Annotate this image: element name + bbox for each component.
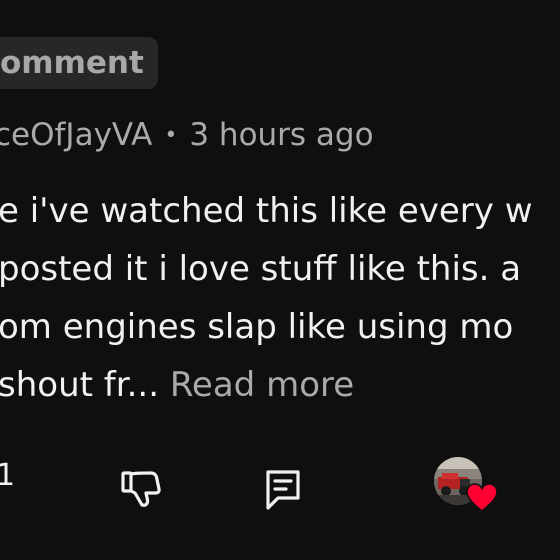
comment-text: e i've watched this like every w posted …: [0, 182, 560, 414]
dislike-button[interactable]: [118, 464, 166, 512]
comment-timestamp: 3 hours ago: [189, 117, 374, 153]
meta-separator: •: [164, 122, 178, 148]
comment-meta: ceOfJayVA • 3 hours ago: [0, 113, 374, 157]
thumbs-down-icon: [121, 471, 161, 507]
creator-heart-badge: [434, 457, 498, 517]
reply-button[interactable]: [262, 464, 304, 512]
add-comment-chip[interactable]: omment: [0, 37, 158, 89]
comment-screen: omment ceOfJayVA • 3 hours ago e i've wa…: [0, 0, 560, 560]
heart-icon: [466, 483, 498, 512]
comment-author[interactable]: ceOfJayVA: [0, 117, 152, 153]
comment-line: e i've watched this like every w: [0, 191, 533, 231]
comment-line: om engines slap like using mo: [0, 307, 514, 347]
read-more-link[interactable]: Read more: [170, 365, 354, 405]
comment-reply-icon: [266, 470, 300, 510]
comment-truncated-text: shout fr...: [0, 365, 160, 405]
add-comment-chip-label: omment: [0, 45, 144, 81]
comment-line: posted it i love stuff like this. a: [0, 249, 522, 289]
comment-action-bar: 1: [0, 452, 560, 524]
comment-last-line: shout fr... Read more: [0, 356, 560, 414]
like-count: 1: [0, 458, 16, 493]
